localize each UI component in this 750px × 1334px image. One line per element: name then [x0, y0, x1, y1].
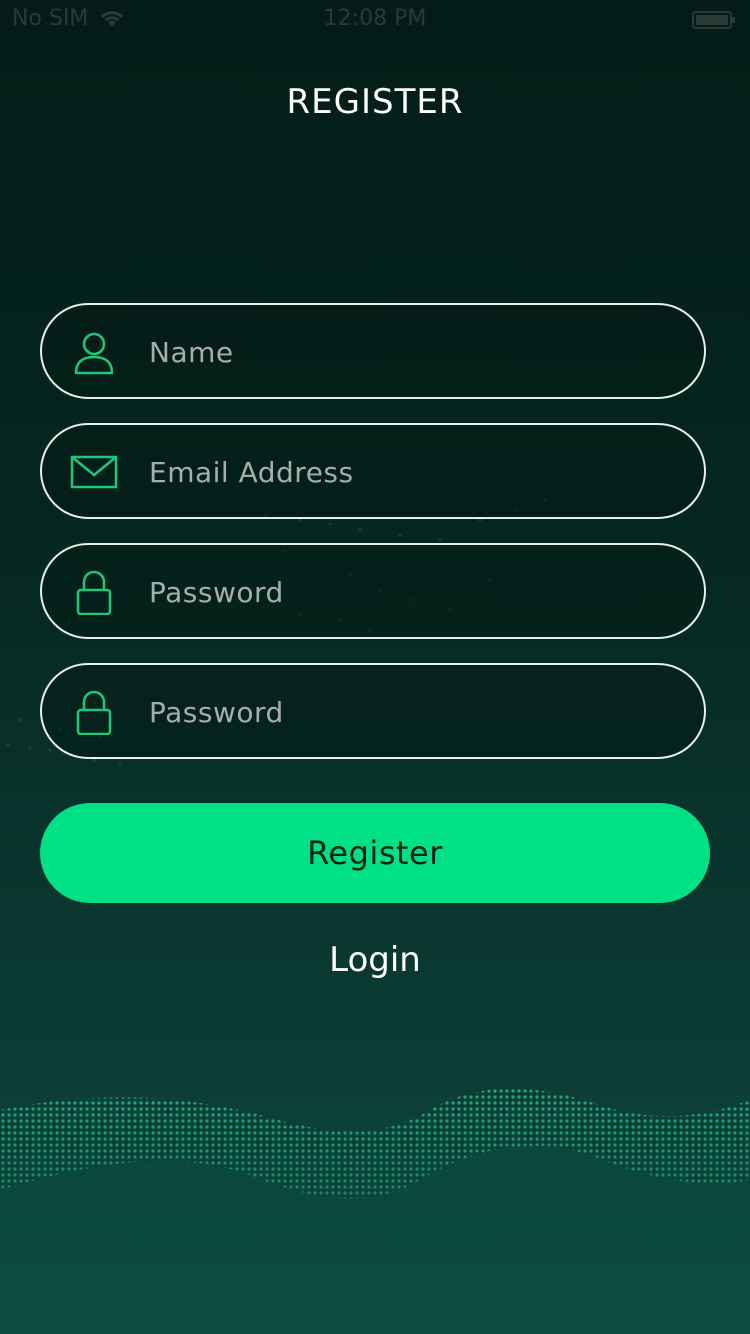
password-input[interactable] — [147, 545, 671, 639]
page-title: REGISTER — [286, 82, 464, 122]
login-link[interactable]: Login — [0, 940, 750, 980]
lock-icon — [76, 690, 112, 735]
confirm-password-input[interactable] — [147, 665, 671, 759]
email-field[interactable] — [40, 423, 706, 519]
user-icon — [74, 332, 114, 375]
battery-icon — [692, 11, 735, 29]
register-button[interactable]: Register — [40, 803, 710, 903]
name-input[interactable] — [147, 305, 671, 399]
password-field[interactable] — [40, 543, 706, 639]
status-time: 12:08 PM — [323, 6, 427, 31]
status-bar: No SIM 12:08 PM — [0, 0, 750, 40]
background-wave — [0, 1088, 750, 1334]
confirm-password-field[interactable] — [40, 663, 706, 759]
email-input[interactable] — [147, 425, 671, 519]
envelope-icon — [70, 455, 118, 489]
lock-icon — [76, 570, 112, 615]
name-field[interactable] — [40, 303, 706, 399]
